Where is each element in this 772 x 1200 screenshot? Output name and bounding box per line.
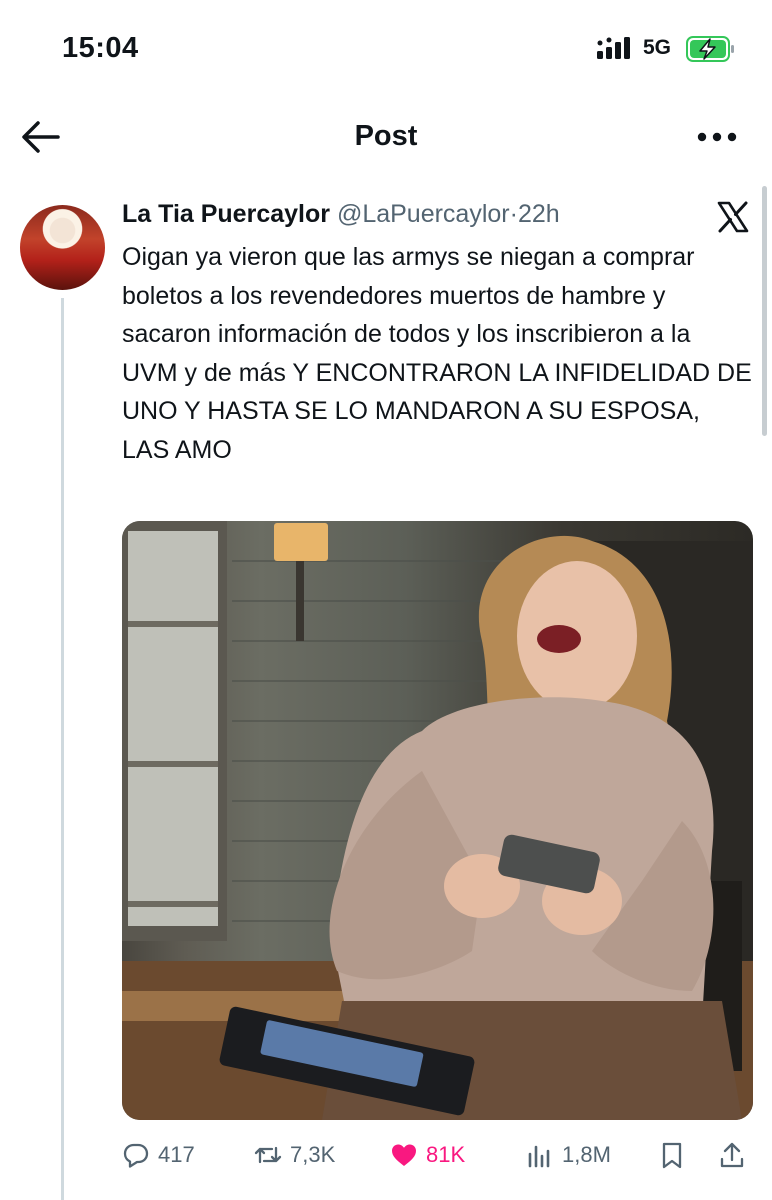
tweet-header: La Tia Puercaylor @LaPuercaylor·22h xyxy=(122,200,560,229)
tweet-text: Oigan ya vieron que las armys se niegan … xyxy=(122,243,752,464)
more-horizontal-icon[interactable] xyxy=(696,126,738,148)
bookmark-button[interactable] xyxy=(658,1132,686,1178)
repost-icon xyxy=(254,1146,282,1164)
views-icon xyxy=(528,1145,550,1168)
signal-icon xyxy=(597,37,630,59)
reply-button[interactable]: 417 xyxy=(122,1132,195,1178)
tweet-media[interactable] xyxy=(122,521,753,1120)
tweet-time[interactable]: 22h xyxy=(518,200,560,228)
reply-icon xyxy=(123,1143,149,1168)
repost-button[interactable]: 7,3K xyxy=(254,1132,335,1178)
top-nav: Post xyxy=(0,100,772,175)
heart-icon xyxy=(392,1144,416,1166)
battery-charging-icon xyxy=(686,36,734,62)
share-icon xyxy=(720,1142,744,1168)
share-button[interactable] xyxy=(718,1132,746,1178)
author-name[interactable]: La Tia Puercaylor xyxy=(122,200,330,228)
page-title: Post xyxy=(354,120,418,152)
thread-line xyxy=(61,298,64,1200)
like-count: 81K xyxy=(426,1142,466,1167)
views-count: 1,8M xyxy=(562,1142,611,1167)
tweet-actions: 417 7,3K 81K 1,8M xyxy=(122,1132,762,1178)
bookmark-icon xyxy=(662,1142,682,1169)
photo-laughing-woman xyxy=(122,521,753,1120)
repost-count: 7,3K xyxy=(290,1142,336,1167)
status-time: 15:04 xyxy=(62,32,139,64)
avatar[interactable] xyxy=(20,205,105,290)
reply-count: 417 xyxy=(158,1142,195,1167)
network-type: 5G xyxy=(643,36,672,59)
author-handle[interactable]: @LaPuercaylor xyxy=(337,200,510,228)
scrollbar[interactable] xyxy=(762,186,767,436)
status-bar: 15:04 5G xyxy=(0,0,772,100)
separator-dot: · xyxy=(509,200,518,228)
x-logo-icon[interactable] xyxy=(716,200,750,234)
like-button[interactable]: 81K xyxy=(390,1132,465,1178)
views-button[interactable]: 1,8M xyxy=(526,1132,611,1178)
